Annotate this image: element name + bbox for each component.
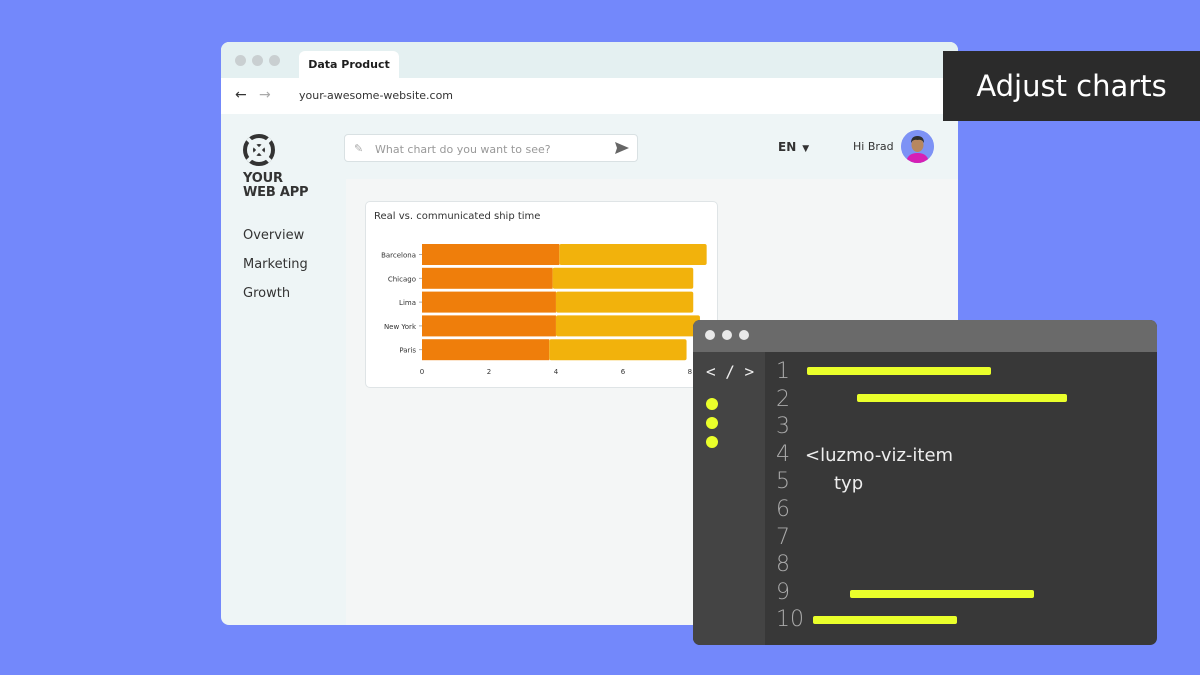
chart-search-input[interactable] — [373, 139, 607, 159]
url-text[interactable]: your-awesome-website.com — [299, 89, 453, 102]
language-label: EN — [778, 140, 797, 154]
category-label: Lima — [399, 299, 416, 307]
code-line-4[interactable]: <luzmo-viz-item — [805, 445, 953, 466]
sidebar-item-overview[interactable]: Overview — [243, 228, 308, 257]
sidebar-item-growth[interactable]: Growth — [243, 286, 308, 315]
app-logo-icon — [243, 134, 275, 166]
back-arrow-icon[interactable]: ← — [235, 87, 247, 103]
line-number: 6 — [776, 497, 790, 522]
window-controls — [235, 55, 280, 66]
status-dot — [706, 417, 718, 429]
editor-close-button[interactable] — [705, 330, 715, 340]
user-greeting: Hi Brad — [853, 140, 894, 153]
line-number: 8 — [776, 552, 790, 577]
code-placeholder-bar — [850, 590, 1034, 598]
bar-chart: Barcelona Chicago Lima New York Paris 0 2 4 6 8 — [381, 244, 707, 376]
x-tick-label: 6 — [621, 368, 626, 376]
code-placeholder-bar — [807, 367, 991, 375]
line-number: 1 — [776, 359, 790, 384]
x-tick-label: 4 — [554, 368, 559, 376]
bar-segment[interactable] — [559, 244, 707, 265]
status-dot — [706, 436, 718, 448]
category-label: New York — [384, 323, 417, 331]
code-editor-window: < / > 1 2 3 4 5 6 7 8 9 10 <luzmo-viz-it… — [693, 320, 1157, 645]
sidebar-item-marketing[interactable]: Marketing — [243, 257, 308, 286]
x-tick-label: 0 — [420, 368, 424, 376]
maximize-window-button[interactable] — [269, 55, 280, 66]
x-tick-label: 8 — [688, 368, 692, 376]
caret-down-icon: ▼ — [802, 144, 810, 154]
editor-sidebar: < / > — [693, 352, 765, 645]
code-brackets-icon: < / > — [706, 362, 755, 381]
bar-segment[interactable] — [555, 315, 700, 337]
logo-line-1: YOUR — [243, 171, 283, 186]
bar-segment[interactable] — [422, 315, 556, 337]
code-placeholder-bar — [857, 394, 1067, 402]
status-dot — [706, 398, 718, 410]
editor-window-controls — [705, 330, 749, 340]
browser-tab[interactable]: Data Product — [299, 51, 399, 78]
forward-arrow-icon[interactable]: → — [259, 87, 271, 103]
code-line-5[interactable]: typ — [834, 473, 863, 494]
category-label: Chicago — [388, 275, 416, 283]
minimize-window-button[interactable] — [252, 55, 263, 66]
line-number: 7 — [776, 525, 790, 550]
pencil-icon: ✎ — [354, 142, 364, 155]
language-selector[interactable]: EN ▼ — [778, 140, 809, 154]
line-number: 10 — [776, 607, 804, 632]
logo-line-2: WEB APP — [243, 185, 309, 200]
chart-card: Real vs. communicated ship time Barcelon… — [365, 201, 718, 388]
close-window-button[interactable] — [235, 55, 246, 66]
chart-search-box: ✎ — [344, 134, 638, 162]
category-label: Paris — [399, 347, 416, 355]
caption-banner: Adjust charts — [943, 51, 1200, 121]
send-icon[interactable] — [615, 142, 629, 154]
editor-minimize-button[interactable] — [722, 330, 732, 340]
sidebar-nav: Overview Marketing Growth — [243, 228, 308, 315]
user-avatar[interactable] — [901, 130, 934, 163]
category-label: Barcelona — [381, 252, 416, 260]
bar-segment[interactable] — [555, 291, 694, 313]
bar-segment[interactable] — [422, 244, 560, 265]
bar-segment[interactable] — [422, 339, 550, 361]
code-placeholder-bar — [813, 616, 957, 624]
url-bar: ← → your-awesome-website.com — [221, 78, 958, 114]
line-number: 5 — [776, 469, 790, 494]
browser-tab-bar: Data Product — [221, 42, 958, 78]
editor-maximize-button[interactable] — [739, 330, 749, 340]
line-number: 4 — [776, 442, 790, 467]
line-number: 9 — [776, 580, 790, 605]
bar-segment[interactable] — [422, 291, 556, 313]
x-tick-label: 2 — [487, 368, 491, 376]
bar-segment[interactable] — [549, 339, 687, 361]
bar-segment[interactable] — [552, 267, 694, 289]
line-number: 2 — [776, 387, 790, 412]
line-number: 3 — [776, 414, 790, 439]
editor-title-bar — [693, 320, 1157, 352]
app-logo-text: YOUR WEB APP — [243, 171, 309, 200]
bar-segment[interactable] — [422, 267, 553, 289]
